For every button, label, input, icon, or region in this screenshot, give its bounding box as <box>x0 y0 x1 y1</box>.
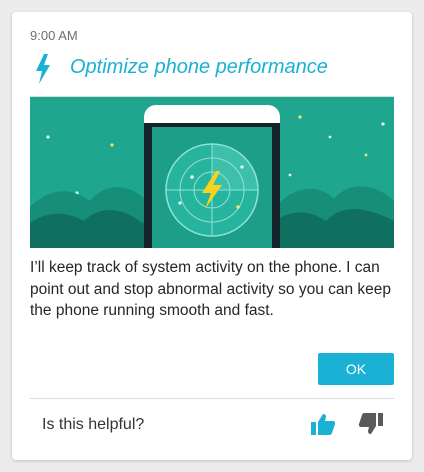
timestamp: 9:00 AM <box>30 28 78 43</box>
divider <box>30 398 394 399</box>
card-header: Optimize phone performance <box>30 52 394 88</box>
lightning-bolt-icon <box>36 54 50 84</box>
card-title: Optimize phone performance <box>70 56 328 78</box>
card-description: I’ll keep track of system activity on th… <box>30 259 392 319</box>
thumbs-down-icon[interactable] <box>358 412 384 436</box>
ok-button[interactable]: OK <box>318 353 394 385</box>
feedback-prompt: Is this helpful? <box>42 416 145 433</box>
thumbs-up-icon[interactable] <box>310 412 336 436</box>
notification-card: 9:00 AM Optimize phone performance I’ll … <box>12 12 412 460</box>
radar-illustration <box>30 97 394 248</box>
